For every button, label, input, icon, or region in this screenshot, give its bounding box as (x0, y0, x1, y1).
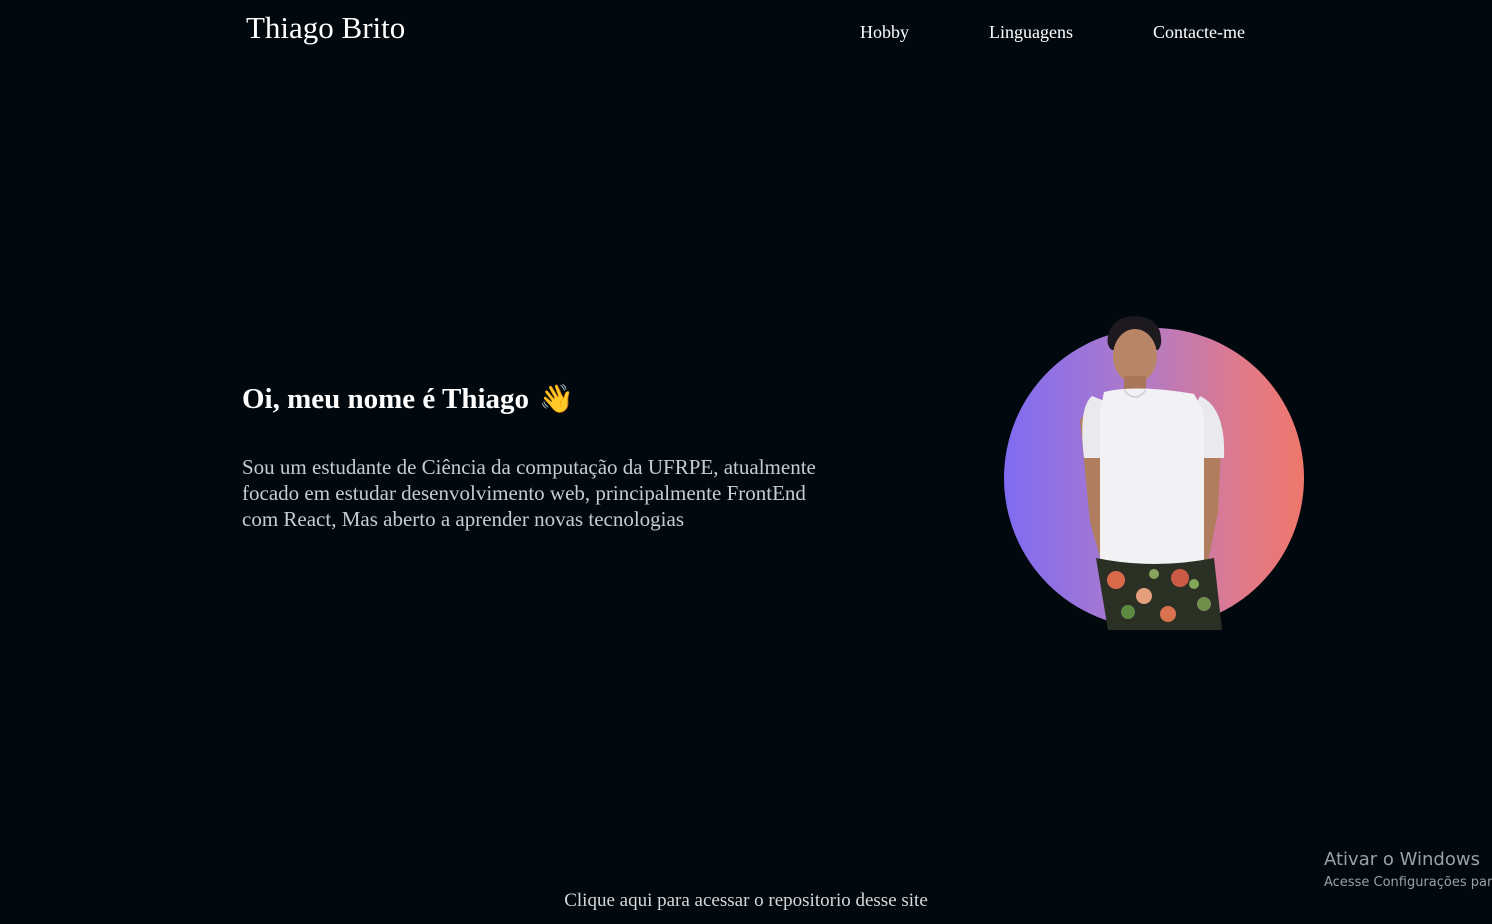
waving-hand-icon: 👋 (539, 382, 574, 415)
greeting-text: Oi, meu nome é Thiago (242, 383, 530, 415)
nav-link-contacte-me[interactable]: Contacte-me (1153, 20, 1245, 44)
intro-bio: Sou um estudante de Ciência da computaçã… (242, 455, 816, 531)
repository-link[interactable]: Clique aqui para acessar o repositorio d… (0, 888, 1492, 914)
intro-greeting: Oi, meu nome é Thiago 👋 (242, 380, 574, 418)
watermark-title: Ativar o Windows (1324, 849, 1480, 870)
profile-photo (1080, 316, 1225, 630)
windows-activation-watermark: Ativar o Windows Acesse Configurações pa… (1324, 848, 1492, 894)
watermark-subtitle: Acesse Configurações par (1324, 875, 1492, 890)
nav-link-linguagens[interactable]: Linguagens (989, 20, 1073, 44)
main-nav: Hobby Linguagens Contacte-me (0, 20, 1492, 46)
nav-link-hobby[interactable]: Hobby (860, 20, 909, 44)
page: Thiago Brito Hobby Linguagens Contacte-m… (0, 0, 1492, 924)
profile-hero (1004, 312, 1306, 630)
